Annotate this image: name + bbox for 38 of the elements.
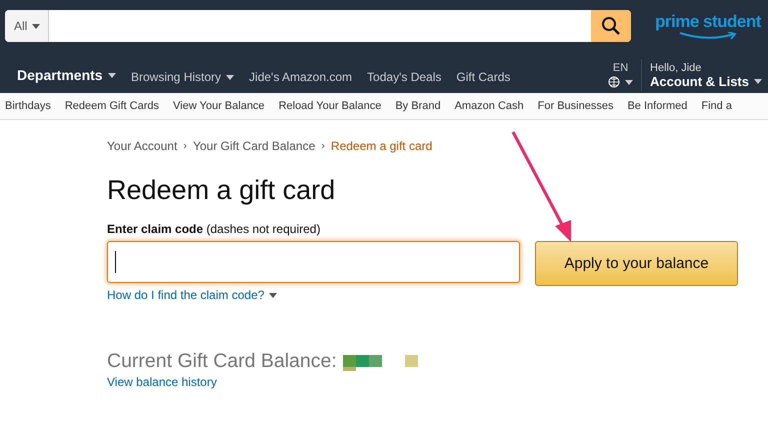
caret-icon [108, 72, 116, 78]
balance-history-link[interactable]: View balance history [107, 375, 217, 389]
nav-link[interactable]: Browsing History [131, 66, 234, 84]
caret-icon [754, 78, 762, 84]
nav-link[interactable]: Gift Cards [456, 66, 510, 84]
subnav-link[interactable]: View Your Balance [173, 100, 265, 112]
field-label: Enter claim code (dashes not required) [107, 222, 322, 236]
breadcrumb-separator: › [183, 140, 187, 152]
subnav-link[interactable]: Be Informed [627, 100, 688, 112]
category-dropdown[interactable]: All [5, 10, 50, 42]
subnav-link[interactable]: For Businesses [538, 100, 614, 112]
subnav-link[interactable]: Redeem Gift Cards [64, 100, 160, 112]
breadcrumb-link[interactable]: Your Account [107, 139, 178, 153]
subnav-link[interactable]: By Brand [395, 100, 441, 112]
breadcrumb-link[interactable]: Your Gift Card Balance [192, 139, 316, 153]
caret-icon [32, 24, 40, 28]
subnav-link[interactable]: Birthdays [5, 100, 51, 112]
departments-menu[interactable]: Departments [17, 67, 131, 83]
page-title: Redeem a gift card [107, 174, 336, 206]
breadcrumb-separator: › [321, 140, 325, 152]
caret-icon [625, 80, 634, 84]
current-page-label: Redeem a gift card [330, 139, 432, 153]
balance-label: Current Gift Card Balance: [107, 350, 337, 373]
subnav-link[interactable]: Find a [701, 100, 732, 112]
search-icon [601, 16, 621, 36]
nav-link[interactable]: Jide's Amazon.com [249, 66, 352, 84]
language-selector[interactable]: EN [608, 62, 634, 88]
caret-icon [269, 292, 278, 298]
search-button[interactable] [591, 10, 631, 42]
apply-button[interactable]: Apply to your balance [535, 241, 738, 286]
nav-link[interactable]: Today's Deals [367, 66, 442, 84]
subnav-link[interactable]: Amazon Cash [454, 100, 524, 112]
logo[interactable]: prime student [655, 12, 761, 40]
claim-code-field[interactable] [107, 241, 520, 283]
subnav-link[interactable]: Reload Your Balance [278, 100, 382, 112]
account-menu[interactable]: Hello, Jide Account & Lists [650, 62, 762, 88]
globe-icon [608, 76, 620, 88]
help-link[interactable]: How do I find the claim code? [107, 288, 278, 302]
